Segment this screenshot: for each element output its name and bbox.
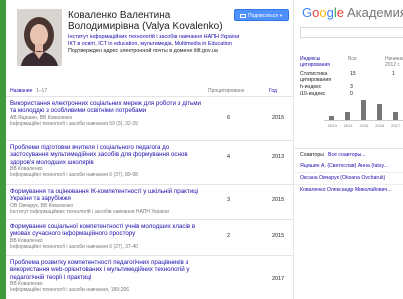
interest-link[interactable]: Multimedia in Education [175, 41, 232, 47]
histogram-year-label: 2013 [327, 123, 337, 128]
cited-count[interactable]: 2 [227, 233, 230, 239]
profile-name: Коваленко Валентина Володимирівна (Valya… [68, 10, 223, 32]
histogram-bar [392, 112, 398, 120]
citation-indices-link[interactable]: Индексы цитирования [300, 56, 340, 68]
article-year: 2017 [272, 276, 285, 282]
article-venue: Інститут інформаційних технологій і засо… [10, 208, 169, 215]
interest-link[interactable]: ІКТ в освіті [68, 41, 95, 47]
histogram-bar [329, 116, 335, 120]
article-row: Проблема розвитку компетентності педагог… [6, 256, 293, 299]
sort-by-title[interactable]: Название [10, 88, 32, 94]
article-venue: Інформаційні технології і засоби навчанн… [10, 171, 138, 178]
sidebar: Google Академия Индексы цитирования Все Н… [294, 0, 403, 299]
chevron-down-icon: ▼ [279, 13, 283, 18]
article-year: 2015 [272, 115, 285, 121]
articles-table-header: Название 1–17 Процитировано Год [6, 87, 293, 97]
histogram-year-label: 2016 [375, 123, 385, 128]
histogram-year-label: 2017 [391, 123, 400, 128]
follow-button[interactable]: Подписаться▼ [234, 9, 289, 21]
interest-link[interactable]: ICT in education [98, 41, 137, 47]
profile-affiliation-block: Інститут інформаційних технологій і засо… [68, 34, 288, 55]
article-title[interactable]: Проблеми підготовки вчителя і соціальног… [10, 144, 206, 166]
interest-link[interactable]: мультимедіа [140, 41, 171, 47]
article-row: Проблеми підготовки вчителя і соціальног… [6, 141, 293, 185]
article-year: 2015 [272, 197, 285, 203]
sort-by-cited[interactable]: Процитировано [208, 88, 244, 94]
results-count: 1–17 [36, 88, 48, 94]
histogram-bar [345, 112, 351, 120]
cited-count[interactable]: 4 [227, 154, 230, 160]
citations-histogram [324, 100, 403, 121]
stats-all-col: Все [348, 56, 357, 62]
article-title[interactable]: Проблема розвитку компетентності педагог… [10, 259, 206, 281]
follow-label: Подписаться [248, 13, 278, 19]
profile-main: Коваленко Валентина Володимирівна (Valya… [6, 0, 293, 299]
article-row: Формування соціальної компетентності учн… [6, 220, 293, 256]
coauthor-link[interactable]: Яцишин А. (Светослав) Анна (Iatsy... [300, 163, 403, 169]
sort-by-year[interactable]: Год [269, 88, 277, 94]
google-scholar-logo[interactable]: Google Академия [302, 6, 403, 20]
affiliation-link[interactable]: Інститут інформаційних технологій і засо… [68, 34, 288, 41]
coauthor-link[interactable]: Оксана Овчарук (Oksana Ovcharuk) [300, 175, 403, 181]
envelope-icon [240, 14, 247, 18]
profile-photo [17, 9, 62, 66]
article-venue: Інформаційні технології і засоби навчанн… [10, 286, 130, 293]
coauthor-link[interactable]: Коваленко Олександр Миколайович... [300, 187, 403, 193]
article-venue: Інформаційні технології і засоби навчанн… [10, 243, 138, 250]
interests-list: ІКТ в освіті, ICT in education, мультиме… [68, 41, 232, 47]
article-title[interactable]: Формування соціальної компетентності учн… [10, 223, 206, 238]
article-venue: Інформаційні технології і засоби навчанн… [10, 120, 138, 127]
article-row: Формування та оцінювання ІК-компетентнос… [6, 185, 293, 220]
article-title[interactable]: Формування та оцінювання ІК-компетентнос… [10, 188, 206, 203]
coauthors-all-link[interactable]: Все соавторы... [328, 152, 366, 158]
coauthor-divider [294, 184, 403, 185]
coauthors-label: Соавторы [300, 152, 324, 158]
article-title[interactable]: Використання електронних соціальних мере… [10, 100, 206, 115]
coauthors-header: Соавторы Все соавторы... [294, 148, 403, 159]
histogram-bar [361, 100, 366, 120]
email-verification: Подтвержден адрес электронной почты в до… [68, 48, 218, 54]
search-input[interactable] [300, 27, 403, 38]
coauthor-divider [294, 172, 403, 173]
article-year: 2015 [272, 233, 285, 239]
article-row: Використання електронних соціальних мере… [6, 97, 293, 141]
histogram-bar [376, 104, 382, 120]
stats-since-col: Начиная с 2012 г. [385, 56, 403, 68]
histogram-year-label: 2015 [359, 123, 369, 128]
histogram-year-label: 2014 [343, 123, 353, 128]
cited-count[interactable]: 3 [227, 197, 230, 203]
cited-count[interactable]: 6 [227, 115, 230, 121]
article-year: 2013 [272, 154, 285, 160]
